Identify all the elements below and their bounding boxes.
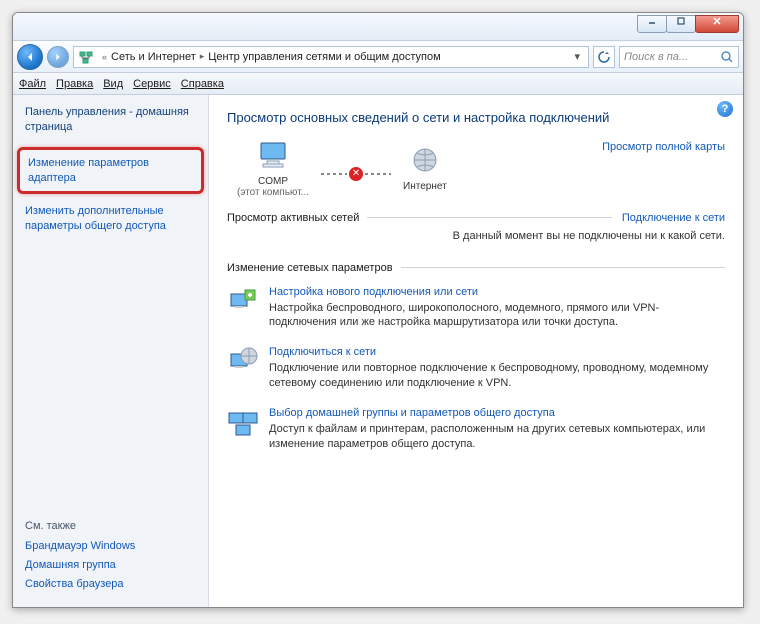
- change-settings-title: Изменение сетевых параметров: [227, 262, 393, 274]
- nav-back-button[interactable]: [17, 44, 43, 70]
- map-node-internet-label: Интернет: [403, 181, 447, 192]
- window-controls: [638, 15, 739, 33]
- map-node-computer-label: COMP: [237, 176, 309, 187]
- section-change-settings: Изменение сетевых параметров: [227, 262, 725, 274]
- see-also-browser[interactable]: Свойства браузера: [25, 578, 196, 590]
- map-node-computer-sub: (этот компьют...: [237, 187, 309, 198]
- sidebar: Панель управления - домашняя страница Из…: [13, 95, 209, 607]
- see-also-label: См. также: [25, 520, 196, 532]
- connect-to-network-link[interactable]: Подключение к сети: [622, 212, 725, 224]
- setup-connection-icon: [227, 286, 259, 318]
- map-node-internet[interactable]: Интернет: [403, 146, 447, 192]
- navbar: « Сеть и Интернет ▸ Центр управления сет…: [13, 41, 743, 73]
- network-map: COMP (этот компьют... ✕ Интернет: [237, 141, 447, 198]
- minimize-button[interactable]: [637, 15, 667, 33]
- refresh-button[interactable]: [593, 46, 615, 68]
- breadcrumb[interactable]: « Сеть и Интернет ▸ Центр управления сет…: [73, 46, 589, 68]
- maximize-button[interactable]: [666, 15, 696, 33]
- globe-icon: [409, 146, 441, 176]
- menu-service[interactable]: Сервис: [133, 78, 171, 90]
- see-also-homegroup[interactable]: Домашняя группа: [25, 559, 196, 571]
- menu-view[interactable]: Вид: [103, 78, 123, 90]
- map-node-computer[interactable]: COMP (этот компьют...: [237, 141, 309, 198]
- connect-network-icon: [227, 346, 259, 378]
- breadcrumb-item-1[interactable]: Сеть и Интернет: [111, 51, 196, 63]
- computer-icon: [255, 141, 291, 171]
- search-input[interactable]: Поиск в па...: [619, 46, 739, 68]
- sidebar-link-adapter-settings[interactable]: Изменение параметров адаптера: [17, 147, 204, 195]
- chevron-right-icon: ▸: [196, 51, 209, 62]
- task-setup-connection: Настройка нового подключения или сети На…: [227, 278, 725, 339]
- sidebar-link-sharing-settings[interactable]: Изменить дополнительные параметры общего…: [25, 204, 196, 234]
- connection-error-icon: ✕: [349, 167, 363, 181]
- close-button[interactable]: [695, 15, 739, 33]
- content: Панель управления - домашняя страница Из…: [13, 95, 743, 607]
- menu-file[interactable]: Файл: [19, 78, 46, 90]
- task-homegroup-sharing: Выбор домашней группы и параметров общег…: [227, 399, 725, 460]
- main-pane: ? Просмотр основных сведений о сети и на…: [209, 95, 743, 607]
- search-icon: [720, 50, 734, 64]
- task-connect-network: Подключиться к сети Подключение или повт…: [227, 338, 725, 399]
- menu-edit[interactable]: Правка: [56, 78, 93, 90]
- no-networks-text: В данный момент вы не подключены ни к ка…: [227, 226, 725, 248]
- task-connect-network-title[interactable]: Подключиться к сети: [269, 346, 725, 358]
- active-networks-title: Просмотр активных сетей: [227, 212, 359, 224]
- control-panel-home-link[interactable]: Панель управления - домашняя страница: [25, 105, 196, 135]
- menubar: Файл Правка Вид Сервис Справка: [13, 73, 743, 95]
- view-full-map-link[interactable]: Просмотр полной карты: [602, 141, 725, 153]
- breadcrumb-sep: «: [98, 52, 111, 62]
- task-setup-connection-desc: Настройка беспроводного, широкополосного…: [269, 301, 725, 331]
- page-title: Просмотр основных сведений о сети и наст…: [227, 109, 725, 127]
- task-setup-connection-title[interactable]: Настройка нового подключения или сети: [269, 286, 725, 298]
- section-active-networks: Просмотр активных сетей Подключение к се…: [227, 212, 725, 224]
- network-icon: [78, 49, 94, 65]
- map-connection-broken: ✕: [317, 167, 395, 181]
- help-icon[interactable]: ?: [717, 101, 733, 117]
- menu-help[interactable]: Справка: [181, 78, 224, 90]
- titlebar[interactable]: [13, 13, 743, 41]
- task-homegroup-title[interactable]: Выбор домашней группы и параметров общег…: [269, 407, 725, 419]
- search-placeholder: Поиск в па...: [624, 51, 688, 63]
- task-connect-network-desc: Подключение или повторное подключение к …: [269, 361, 725, 391]
- homegroup-icon: [227, 407, 259, 439]
- task-homegroup-desc: Доступ к файлам и принтерам, расположенн…: [269, 422, 725, 452]
- see-also-firewall[interactable]: Брандмауэр Windows: [25, 540, 196, 552]
- network-map-row: COMP (этот компьют... ✕ Интернет Просмот…: [227, 141, 725, 198]
- window-frame: « Сеть и Интернет ▸ Центр управления сет…: [12, 12, 744, 608]
- breadcrumb-dropdown[interactable]: ▾: [570, 50, 584, 63]
- nav-forward-button[interactable]: [47, 46, 69, 68]
- breadcrumb-item-2[interactable]: Центр управления сетями и общим доступом: [208, 51, 440, 63]
- tasks-list: Настройка нового подключения или сети На…: [227, 278, 725, 460]
